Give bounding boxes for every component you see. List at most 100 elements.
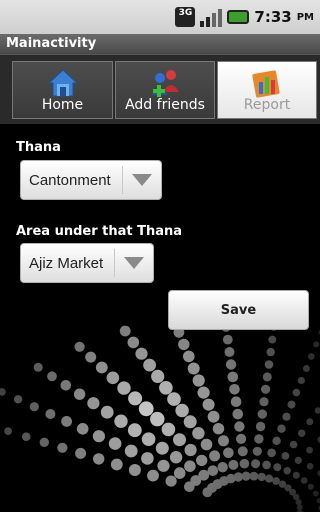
decorative-dot [287,400,296,409]
decorative-dot [192,374,205,387]
decorative-dot [110,458,123,471]
decorative-dot [202,398,215,411]
decorative-dot [289,440,298,449]
decorative-dot [183,350,195,363]
decorative-dot [197,386,210,399]
decorative-dot [183,415,197,429]
app-title-bar: Mainactivity [0,34,320,54]
decorative-dot [184,443,197,457]
area-label: Area under that Thana [16,224,183,239]
decorative-dot [207,465,219,476]
decorative-dot [297,376,305,385]
decorative-dot [268,335,277,344]
decorative-dot [192,427,205,440]
decorative-dot [135,347,148,360]
decorative-dot [39,437,49,447]
decorative-dot [257,409,267,419]
decorative-dot [173,467,186,479]
add-friends-icon [152,70,179,97]
decorative-dot [224,347,235,357]
area-spinner[interactable]: Ajiz Market [20,243,154,283]
decorative-dot [117,381,131,395]
thana-spinner-value: Cantonment [29,171,111,189]
decorative-dot [209,450,221,462]
decorative-dot [249,471,259,481]
decorative-dot [13,395,23,404]
decorative-dot [312,490,319,497]
decorative-dot [313,341,320,348]
decorative-dot [127,336,140,349]
save-button[interactable]: Save [168,290,309,330]
network-3g-icon: 3G [175,7,196,27]
decorative-dot [47,371,57,382]
decorative-dot [76,423,89,435]
decorative-dot [128,464,141,476]
decorative-dot [229,384,240,395]
decorative-dot [33,362,43,372]
home-icon [47,69,78,97]
decorative-dot [196,454,208,467]
decorative-dot [161,422,176,437]
decorative-dot [255,421,266,432]
decorative-dot [114,414,128,428]
decorative-dot [157,459,170,472]
decorative-dot [155,441,169,455]
decorative-dot [127,423,142,438]
tab-home[interactable]: Home [12,61,113,119]
decorative-dot [272,436,281,445]
decorative-dot [282,412,291,421]
decorative-dot [273,463,282,472]
decorative-dot [143,358,157,372]
decorative-dot [73,388,86,400]
decorative-dot [262,372,272,382]
decorative-dot [128,391,143,406]
decorative-dot [150,411,165,427]
decorative-dot [241,471,251,481]
decorative-dot [141,452,154,465]
decorative-dot [169,451,183,464]
decorative-dot [228,459,239,470]
decorative-dot [0,388,6,396]
decorative-dot [175,403,189,418]
tab-report[interactable]: Report [217,61,317,119]
decorative-dot [173,433,186,447]
decorative-dot [85,351,97,363]
decorative-dot [296,504,303,511]
decorative-dot [292,388,301,397]
thana-spinner[interactable]: Cantonment [20,160,162,200]
save-button-label: Save [220,302,257,318]
decorative-dot [75,447,87,459]
decorative-dot [227,371,239,383]
decorative-dot [178,338,190,351]
decorative-dot [74,341,85,352]
decorative-dot [138,401,154,417]
decorative-dot [234,421,245,432]
decorative-dot [108,437,122,450]
decorative-dot [187,362,200,375]
battery-icon [227,10,250,24]
decorative-dot [95,361,108,374]
decorative-dot [119,325,131,337]
decorative-dot [61,416,72,427]
decorative-dot [251,459,261,469]
decorative-dot [232,408,244,420]
decorative-dot [230,396,242,407]
decorative-dot [100,405,114,419]
decorative-dot [225,359,237,370]
decorative-dot [277,424,286,433]
decorative-dot [306,418,314,426]
decorative-dot [222,334,233,345]
decorative-dot [165,475,177,487]
decorative-dot [45,409,56,419]
decorative-dot [60,380,72,391]
decorative-dot [198,469,210,481]
decorative-dot [237,446,248,457]
thana-label: Thana [16,140,61,155]
tab-add-friends[interactable]: Add friends [115,61,215,119]
decorative-dot [283,467,291,475]
decorative-dot [281,452,290,460]
decorative-dot [218,435,229,447]
decorative-dot [314,407,320,414]
decorative-dot [207,410,220,423]
decorative-dot [261,384,271,394]
